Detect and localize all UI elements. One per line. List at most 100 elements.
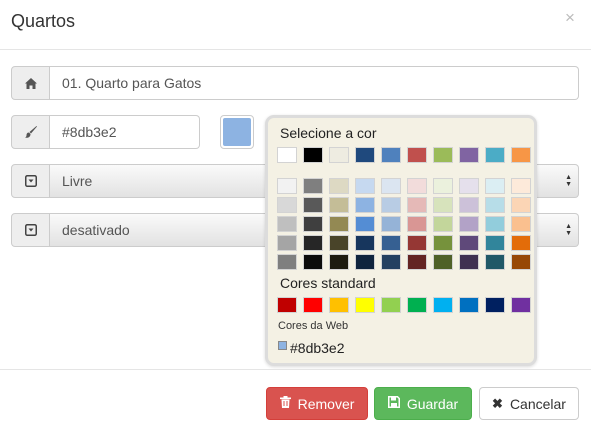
theme-color-swatch[interactable] [511,147,531,163]
theme-color-swatch[interactable] [433,147,453,163]
shade-color-swatch[interactable] [433,197,453,213]
header-divider [0,49,591,50]
standard-color-swatch[interactable] [459,297,479,313]
shade-color-swatch[interactable] [303,216,323,232]
standard-color-swatch[interactable] [381,297,401,313]
shade-color-swatch[interactable] [433,178,453,194]
shade-color-swatch[interactable] [485,178,505,194]
theme-color-swatch[interactable] [459,147,479,163]
save-icon [387,396,400,411]
current-color-value: #8db3e2 [290,340,345,356]
close-icon[interactable]: × [565,9,575,27]
color-picker-popup: Selecione a cor Cores standard Cores da … [265,115,537,366]
shade-color-swatch[interactable] [277,216,297,232]
shade-color-swatch[interactable] [277,197,297,213]
footer-divider [0,369,591,370]
trash-icon [279,396,291,411]
caret-square-down-icon [11,213,50,247]
current-color: #8db3e2 [278,340,345,356]
shade-color-swatch[interactable] [511,178,531,194]
remove-button[interactable]: Remover [266,387,368,420]
cancel-button[interactable]: ✖ Cancelar [479,387,579,420]
shade-color-swatch[interactable] [277,178,297,194]
color-preview [223,118,251,146]
shade-color-swatch[interactable] [407,254,427,270]
shade-color-swatch[interactable] [303,235,323,251]
shade-color-swatch[interactable] [511,197,531,213]
theme-color-swatch[interactable] [355,147,375,163]
shade-color-swatch[interactable] [459,216,479,232]
shade-color-swatch[interactable] [433,235,453,251]
save-label: Guardar [406,395,459,412]
shade-color-swatch[interactable] [381,235,401,251]
name-row: 01. Quarto para Gatos [11,66,579,100]
remove-label: Remover [297,395,355,412]
web-colors-link[interactable]: Cores da Web [278,320,348,332]
shade-color-swatch[interactable] [459,235,479,251]
status-select-value: Livre [62,173,93,189]
color-swatch-button[interactable] [220,115,254,149]
shade-color-swatch[interactable] [485,254,505,270]
shade-color-swatch[interactable] [277,235,297,251]
color-hex-input[interactable]: #8db3e2 [50,115,200,149]
paint-brush-icon [11,115,50,149]
shade-color-swatch[interactable] [407,178,427,194]
theme-color-swatch[interactable] [381,147,401,163]
shade-color-swatch[interactable] [329,216,349,232]
shade-color-swatch[interactable] [303,197,323,213]
shade-color-swatch[interactable] [381,216,401,232]
shade-color-swatch[interactable] [433,254,453,270]
home-icon [11,66,50,100]
modal-title: Quartos [11,11,76,31]
shade-color-swatch[interactable] [381,197,401,213]
shade-color-swatch[interactable] [355,197,375,213]
cancel-label: Cancelar [509,395,566,412]
shade-color-swatch[interactable] [381,178,401,194]
caret-square-down-icon [11,164,50,198]
shade-color-swatch[interactable] [355,178,375,194]
shade-color-swatch[interactable] [511,254,531,270]
shade-color-swatch[interactable] [407,197,427,213]
standard-color-swatch[interactable] [485,297,505,313]
shade-color-swatch[interactable] [381,254,401,270]
shade-color-swatch[interactable] [329,197,349,213]
theme-color-swatch[interactable] [303,147,323,163]
shade-color-swatch[interactable] [433,216,453,232]
standard-color-swatch[interactable] [407,297,427,313]
shade-color-swatch[interactable] [355,254,375,270]
shade-color-swatch[interactable] [303,254,323,270]
standard-color-swatch[interactable] [277,297,297,313]
standard-color-swatch[interactable] [511,297,531,313]
shade-color-swatch[interactable] [459,254,479,270]
shade-color-swatch[interactable] [511,216,531,232]
shade-color-swatch[interactable] [303,178,323,194]
shade-color-swatch[interactable] [355,235,375,251]
standard-color-swatch[interactable] [329,297,349,313]
shade-color-swatch[interactable] [459,197,479,213]
standard-colors-title: Cores standard [280,275,376,291]
theme-color-swatch[interactable] [277,147,297,163]
standard-color-swatch[interactable] [355,297,375,313]
save-button[interactable]: Guardar [374,387,472,420]
color-row: #8db3e2 [11,115,200,149]
room-name-input[interactable]: 01. Quarto para Gatos [50,66,579,100]
shade-color-swatch[interactable] [407,216,427,232]
shade-color-swatch[interactable] [459,178,479,194]
theme-color-swatch[interactable] [407,147,427,163]
theme-color-swatch[interactable] [329,147,349,163]
shade-color-swatch[interactable] [407,235,427,251]
shade-color-swatch[interactable] [485,235,505,251]
shade-color-swatch[interactable] [511,235,531,251]
modal-dialog: Quartos × 01. Quarto para Gatos #8db3e2 … [0,0,591,430]
shade-color-swatch[interactable] [485,216,505,232]
standard-color-swatch[interactable] [433,297,453,313]
standard-color-swatch[interactable] [303,297,323,313]
shade-color-swatch[interactable] [277,254,297,270]
theme-color-swatch[interactable] [485,147,505,163]
shade-color-swatch[interactable] [485,197,505,213]
shade-color-swatch[interactable] [329,254,349,270]
picker-title: Selecione a cor [280,125,377,141]
shade-color-swatch[interactable] [355,216,375,232]
shade-color-swatch[interactable] [329,178,349,194]
shade-color-swatch[interactable] [329,235,349,251]
